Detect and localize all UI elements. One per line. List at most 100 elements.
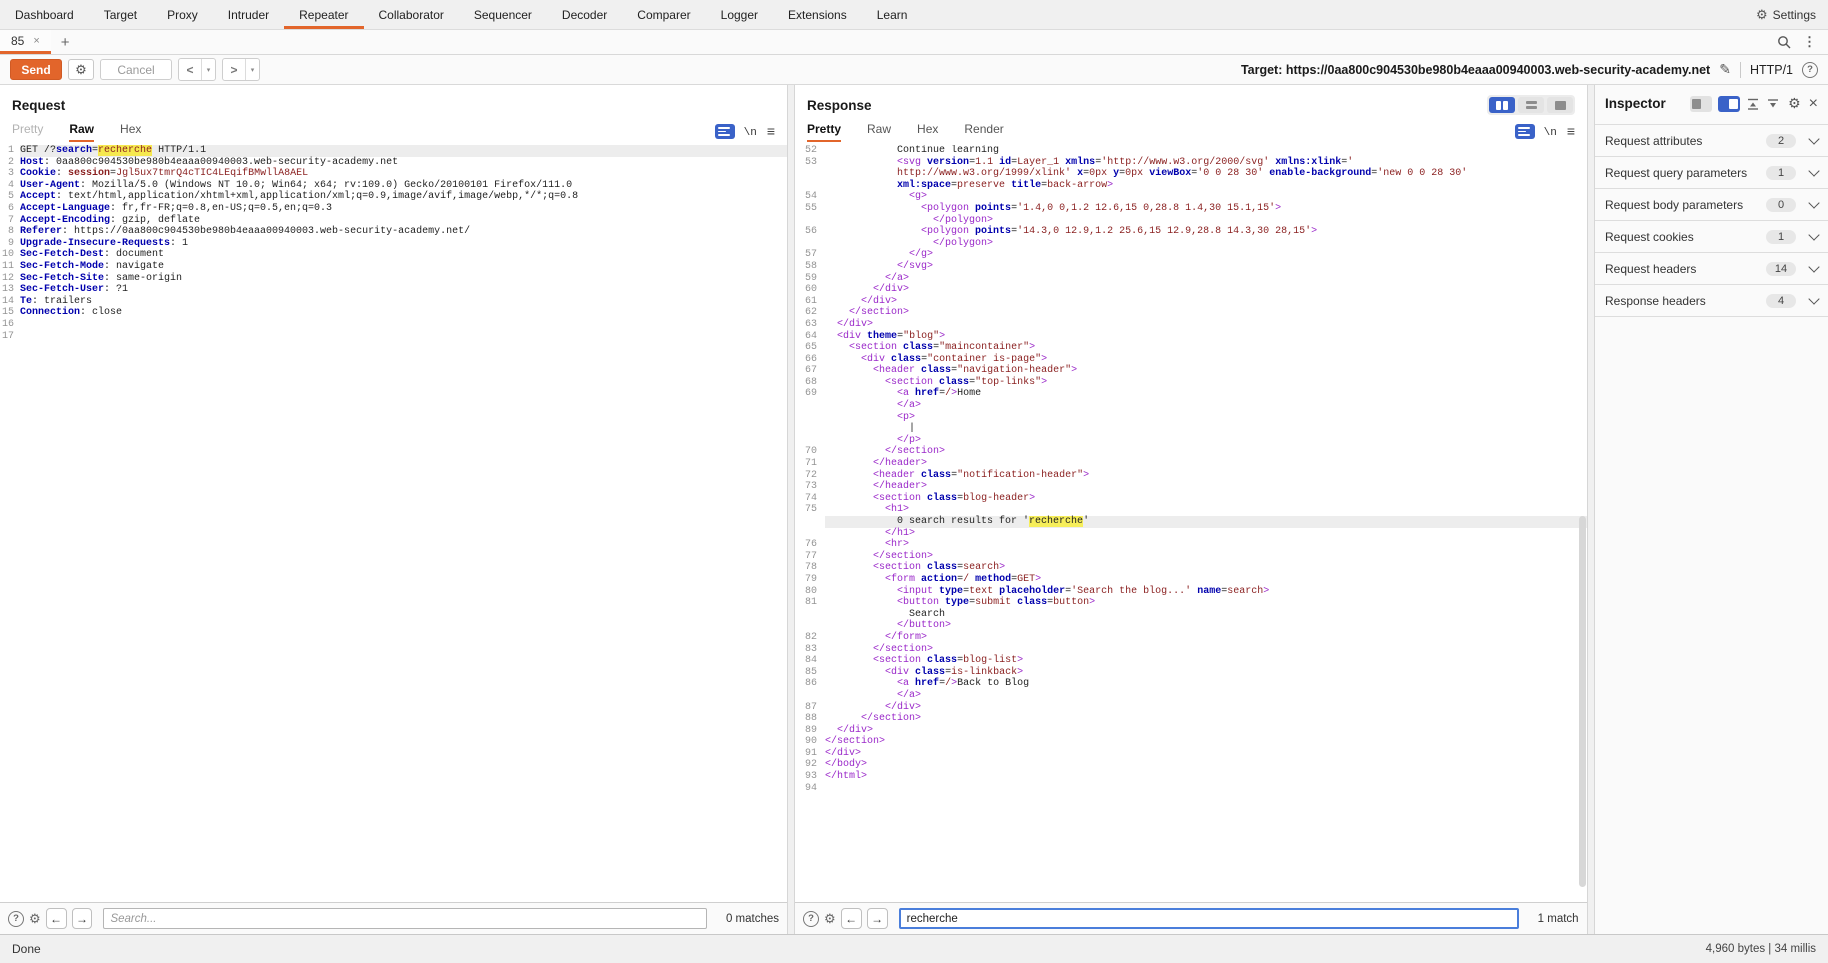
back-arrow-icon[interactable]: < bbox=[179, 59, 201, 80]
inspector-section-response-headers[interactable]: Response headers4 bbox=[1595, 285, 1828, 317]
search-icon[interactable] bbox=[1777, 35, 1791, 49]
menu-item-collaborator[interactable]: Collaborator bbox=[364, 0, 459, 29]
menu-item-comparer[interactable]: Comparer bbox=[622, 0, 705, 29]
newline-toggle-button[interactable]: \n bbox=[744, 127, 757, 139]
code-line: 4User-Agent: Mozilla/5.0 (Windows NT 10.… bbox=[0, 180, 787, 192]
scrollbar-thumb[interactable] bbox=[1579, 516, 1586, 887]
add-tab-button[interactable]: + bbox=[51, 30, 80, 54]
view-tab-pretty[interactable]: Pretty bbox=[807, 120, 841, 142]
view-tab-hex[interactable]: Hex bbox=[917, 120, 938, 142]
code-line: 73 </header> bbox=[795, 481, 1587, 493]
settings-label: Settings bbox=[1773, 8, 1816, 22]
close-icon[interactable]: × bbox=[33, 35, 39, 47]
view-tab-pretty[interactable]: Pretty bbox=[12, 120, 43, 142]
help-icon[interactable]: ? bbox=[1802, 62, 1818, 78]
response-search-input[interactable] bbox=[899, 908, 1519, 929]
kebab-menu-icon[interactable]: ⋮ bbox=[1803, 34, 1816, 50]
settings-button[interactable]: ⚙ Settings bbox=[1744, 0, 1828, 29]
code-line: 55 <polygon points='1.4,0 0,1.2 12.6,15 … bbox=[795, 203, 1587, 215]
menu-item-sequencer[interactable]: Sequencer bbox=[459, 0, 547, 29]
code-line: 78 <section class=search> bbox=[795, 562, 1587, 574]
code-line: 75 <h1> bbox=[795, 504, 1587, 516]
menu-item-logger[interactable]: Logger bbox=[706, 0, 773, 29]
menu-item-intruder[interactable]: Intruder bbox=[213, 0, 284, 29]
editor-menu-icon[interactable]: ≡ bbox=[1567, 123, 1575, 139]
soft-wrap-button[interactable] bbox=[715, 124, 735, 139]
response-scrollbar[interactable] bbox=[1577, 145, 1587, 902]
code-line: xml:space=preserve title=back-arrow> bbox=[795, 180, 1587, 192]
code-line: </a> bbox=[795, 400, 1587, 412]
soft-wrap-button[interactable] bbox=[1515, 124, 1535, 139]
help-icon[interactable]: ? bbox=[803, 911, 819, 927]
caret-down-icon[interactable]: ▾ bbox=[245, 59, 259, 80]
editor-menu-icon[interactable]: ≡ bbox=[767, 123, 775, 139]
repeater-tab-85[interactable]: 85 × bbox=[0, 30, 51, 54]
code-line: 9Upgrade-Insecure-Requests: 1 bbox=[0, 238, 787, 250]
forward-arrow-icon[interactable]: > bbox=[223, 59, 245, 80]
search-settings-icon[interactable]: ⚙ bbox=[29, 911, 41, 927]
menu-item-target[interactable]: Target bbox=[89, 0, 152, 29]
newline-toggle-button[interactable]: \n bbox=[1544, 127, 1557, 139]
code-line: 94 bbox=[795, 783, 1587, 795]
expand-all-icon[interactable] bbox=[1766, 97, 1780, 111]
panel-divider[interactable] bbox=[1587, 85, 1595, 934]
menu-item-extensions[interactable]: Extensions bbox=[773, 0, 862, 29]
code-line: 92</body> bbox=[795, 759, 1587, 771]
chevron-down-icon bbox=[1808, 261, 1819, 272]
code-line: 81 <button type=submit class=button> bbox=[795, 597, 1587, 609]
view-tab-hex[interactable]: Hex bbox=[120, 120, 141, 142]
view-tab-raw[interactable]: Raw bbox=[69, 120, 94, 142]
view-tab-raw[interactable]: Raw bbox=[867, 120, 891, 142]
request-search-input[interactable] bbox=[103, 908, 707, 929]
search-settings-icon[interactable]: ⚙ bbox=[824, 911, 836, 927]
menu-item-dashboard[interactable]: Dashboard bbox=[0, 0, 89, 29]
menu-item-repeater[interactable]: Repeater bbox=[284, 0, 363, 29]
response-panel: Response PrettyRawHexRender \n ≡ 52 bbox=[795, 85, 1587, 934]
next-match-button[interactable]: → bbox=[867, 908, 888, 929]
menu-item-learn[interactable]: Learn bbox=[862, 0, 923, 29]
layout-rows-button[interactable] bbox=[1518, 97, 1544, 113]
code-line: 74 <section class=blog-header> bbox=[795, 493, 1587, 505]
cancel-button[interactable]: Cancel bbox=[100, 59, 172, 80]
code-line: http://www.w3.org/1999/xlink' x=0px y=0p… bbox=[795, 168, 1587, 180]
request-view-tabs: Pretty Raw Hex \n ≡ bbox=[12, 120, 775, 142]
layout-single-button[interactable] bbox=[1547, 97, 1573, 113]
help-icon[interactable]: ? bbox=[8, 911, 24, 927]
back-history-button[interactable]: < ▾ bbox=[178, 58, 216, 81]
prev-match-button[interactable]: ← bbox=[841, 908, 862, 929]
inspector-section-request-query-parameters[interactable]: Request query parameters1 bbox=[1595, 157, 1828, 189]
response-editor[interactable]: 52 Continue learning53 <svg version=1.1 … bbox=[795, 145, 1587, 902]
panel-divider[interactable] bbox=[787, 85, 795, 934]
inspector-close-icon[interactable]: × bbox=[1809, 96, 1818, 112]
send-settings-button[interactable]: ⚙ bbox=[68, 59, 94, 80]
code-line: 83 </section> bbox=[795, 644, 1587, 656]
send-button[interactable]: Send bbox=[10, 59, 62, 80]
count-badge: 2 bbox=[1766, 134, 1796, 148]
collapse-all-icon[interactable] bbox=[1746, 97, 1760, 111]
response-panel-title: Response bbox=[807, 98, 872, 113]
edit-pencil-icon[interactable]: ✎ bbox=[1719, 61, 1731, 78]
prev-match-button[interactable]: ← bbox=[46, 908, 67, 929]
inspector-section-request-attributes[interactable]: Request attributes2 bbox=[1595, 125, 1828, 157]
menu-item-proxy[interactable]: Proxy bbox=[152, 0, 213, 29]
forward-history-button[interactable]: > ▾ bbox=[222, 58, 260, 81]
view-tab-render[interactable]: Render bbox=[964, 120, 1003, 142]
chevron-down-icon bbox=[1808, 293, 1819, 304]
inspector-section-request-cookies[interactable]: Request cookies1 bbox=[1595, 221, 1828, 253]
section-label: Request query parameters bbox=[1605, 166, 1747, 180]
inspector-dock-right-button[interactable] bbox=[1718, 96, 1740, 112]
code-line: 1GET /?search=recherche HTTP/1.1 bbox=[0, 145, 787, 157]
menu-item-decoder[interactable]: Decoder bbox=[547, 0, 622, 29]
http-version[interactable]: HTTP/1 bbox=[1750, 63, 1793, 77]
inspector-settings-icon[interactable]: ⚙ bbox=[1788, 95, 1801, 112]
request-editor[interactable]: 1GET /?search=recherche HTTP/1.12Host: 0… bbox=[0, 145, 787, 902]
inspector-section-request-body-parameters[interactable]: Request body parameters0 bbox=[1595, 189, 1828, 221]
next-match-button[interactable]: → bbox=[72, 908, 93, 929]
caret-down-icon[interactable]: ▾ bbox=[201, 59, 215, 80]
inspector-dock-left-button[interactable] bbox=[1690, 96, 1712, 112]
inspector-section-request-headers[interactable]: Request headers14 bbox=[1595, 253, 1828, 285]
code-line: 69 <a href=/>Home bbox=[795, 388, 1587, 400]
code-line: 5Accept: text/html,application/xhtml+xml… bbox=[0, 191, 787, 203]
layout-columns-button[interactable] bbox=[1489, 97, 1515, 113]
code-line: 89 </div> bbox=[795, 725, 1587, 737]
